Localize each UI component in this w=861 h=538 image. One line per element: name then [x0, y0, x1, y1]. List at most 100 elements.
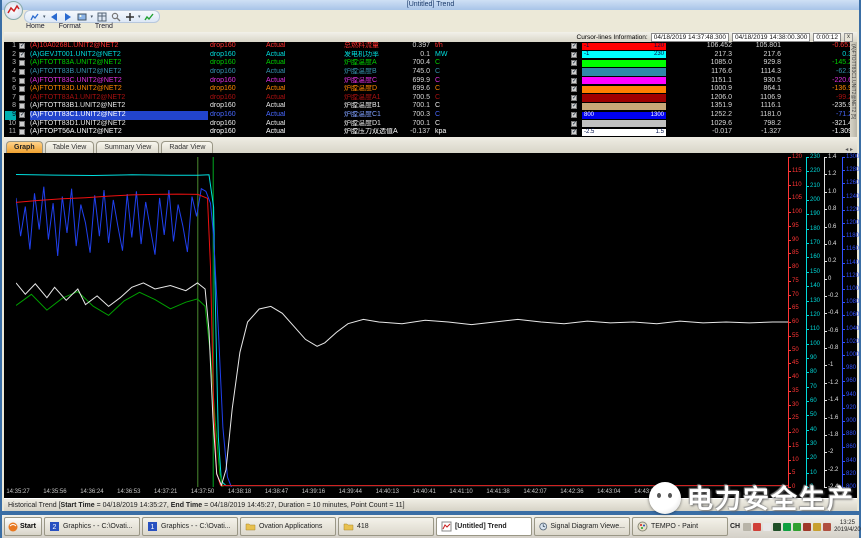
scale-checkbox[interactable]: ✓ [571, 52, 577, 58]
tab-radar-view[interactable]: Radar View [161, 141, 213, 153]
scale-checkbox[interactable]: ✓ [571, 69, 577, 75]
cursor-diff-value: -71.2 [784, 111, 850, 120]
cursor-time-from[interactable]: 04/18/2019 14:37:48.300 [651, 33, 729, 42]
taskbar-button-graphics-c-ovati-[interactable]: 1Graphics - - C:\Ovati... [142, 517, 238, 536]
taskbar-clock[interactable]: 13:25 2019/4/20 [834, 520, 861, 534]
menu-trend[interactable]: Trend [95, 23, 113, 32]
trend-dropdown-caret-icon[interactable]: ▾ [43, 14, 46, 20]
scale-checkbox[interactable]: ✓ [571, 121, 577, 127]
axis-tick-label: 840 [846, 458, 856, 464]
table-row[interactable]: 2✓(A)GEVJT001.UNIT2@NET2drop160Actual发电机… [4, 51, 850, 60]
table-row[interactable]: 3(A)FTOTT83A.UNIT2@NET2drop160Actual炉膛温度… [4, 59, 850, 68]
axis-tick-label: 80 [810, 369, 817, 375]
cursor-time-to[interactable]: 04/18/2019 14:38:00.300 [732, 33, 810, 42]
row-checkbox[interactable] [19, 121, 25, 127]
axis-tick-label: 50 [810, 412, 817, 418]
image-dropdown-caret-icon[interactable]: ▾ [91, 14, 94, 20]
axis-tick [824, 365, 827, 366]
table-row[interactable]: 9✓(A)FTOTT83C1.UNIT2@NET2drop160Actual炉膛… [4, 111, 850, 120]
trend-plot[interactable] [16, 157, 788, 487]
taskbar-button-tempo-paint[interactable]: TEMPO - Paint [632, 517, 728, 536]
scale-checkbox[interactable]: ✓ [571, 103, 577, 109]
tab-summary-view[interactable]: Summary View [96, 141, 159, 153]
tray-icon-5[interactable] [783, 523, 791, 531]
table-icon[interactable] [96, 12, 107, 22]
plus-dropdown-caret-icon[interactable]: ▾ [138, 14, 141, 20]
row-checkbox[interactable]: ✓ [19, 52, 25, 58]
trend-icon[interactable] [29, 12, 40, 22]
tray-icon-7[interactable] [803, 523, 811, 531]
tray-icon-1[interactable] [743, 523, 751, 531]
taskbar-button-ovation-applications[interactable]: Ovation Applications [240, 517, 336, 536]
tray-icon-6[interactable] [793, 523, 801, 531]
start-button[interactable]: Start [4, 517, 42, 536]
taskbar-button-graphics-c-ovati-[interactable]: 2Graphics - - C:\Ovati... [44, 517, 140, 536]
side-scroll-strip[interactable]: (A)FTOTT83C1.UNIT2@NET2 [5] [850, 42, 857, 137]
row-checkbox[interactable] [19, 69, 25, 75]
image-icon[interactable] [77, 12, 88, 22]
row-checkbox[interactable]: ✓ [19, 43, 25, 49]
tray-icon-8[interactable] [813, 523, 821, 531]
tray-icon-4[interactable] [773, 523, 781, 531]
start-logo-icon [8, 522, 18, 532]
axis-tick [806, 473, 809, 474]
time-tick-label: 14:40:41 [413, 489, 436, 495]
axis-tick-label: 75 [792, 278, 799, 284]
row-checkbox[interactable] [19, 86, 25, 92]
zoom-icon[interactable] [110, 12, 121, 22]
tab-scroll-arrows[interactable]: ◂ ▸ [845, 146, 857, 153]
language-indicator[interactable]: CH [730, 523, 740, 530]
table-row[interactable]: 4(A)FTOTT83B.UNIT2@NET2drop160Actual炉膛温度… [4, 68, 850, 77]
view-tabs-bar: GraphTable ViewSummary ViewRadar View ◂ ▸ [4, 137, 857, 153]
tray-icon-9[interactable] [823, 523, 831, 531]
axis-tick-label: 1140 [846, 260, 859, 266]
table-row[interactable]: 6(A)FTOTT83D.UNIT2@NET2drop160Actual炉膛温度… [4, 85, 850, 94]
axis-tick [806, 372, 809, 373]
menu-format[interactable]: Format [59, 23, 81, 32]
axis-tick [824, 313, 827, 314]
taskbar-button-signal-diagram-viewe-[interactable]: Signal Diagram Viewe... [534, 517, 630, 536]
scale-checkbox[interactable]: ✓ [571, 95, 577, 101]
scale-checkbox[interactable]: ✓ [571, 112, 577, 118]
table-row[interactable]: 5(A)FTOTT83C.UNIT2@NET2drop160Actual炉膛温度… [4, 77, 850, 86]
row-checkbox[interactable]: ✓ [19, 112, 25, 118]
table-row[interactable]: 10(A)FTOTT83D1.UNIT2@NET2drop160Actual炉膛… [4, 120, 850, 129]
forward-icon[interactable] [63, 12, 74, 22]
taskbar-button-418[interactable]: 418 [338, 517, 434, 536]
row-checkbox[interactable] [19, 103, 25, 109]
table-row[interactable]: 7(A)FTOTT83A1.UNIT2@NET2drop160Actual炉膛温… [4, 94, 850, 103]
back-icon[interactable] [49, 12, 60, 22]
menu-home[interactable]: Home [26, 23, 45, 32]
tray-icon-2[interactable] [753, 523, 761, 531]
scale-checkbox[interactable]: ✓ [571, 78, 577, 84]
scale-checkbox[interactable]: ✓ [571, 43, 577, 49]
scale-checkbox[interactable]: ✓ [571, 86, 577, 92]
axis-tick [788, 295, 791, 296]
spark-icon[interactable] [144, 12, 155, 22]
row-checkbox[interactable] [19, 60, 25, 66]
row-checkbox[interactable] [19, 129, 25, 135]
taskbar-button--untitled-trend[interactable]: [Untitled] Trend [436, 517, 532, 536]
scale-checkbox[interactable]: ✓ [571, 60, 577, 66]
cursor-info-bar: Cursor-lines Information: 04/18/2019 14:… [4, 32, 857, 42]
unit-label: C [435, 120, 463, 129]
row-checkbox[interactable] [19, 95, 25, 101]
plus-icon[interactable] [124, 12, 135, 22]
tab-table-view[interactable]: Table View [45, 141, 95, 153]
table-row[interactable]: 8(A)FTOTT83B1.UNIT2@NET2drop160Actual炉膛温… [4, 102, 850, 111]
app-icon[interactable] [4, 1, 23, 20]
current-value: 700.3 [376, 111, 430, 120]
tray-icon-3[interactable] [763, 523, 771, 531]
cursor-info-close-button[interactable]: x [844, 33, 853, 42]
axis-tick-label: 0.2 [828, 258, 836, 264]
table-row[interactable]: 1✓(A)10A0268L.UNIT2@NET2drop160Actual总燃料… [4, 42, 850, 51]
cursor2-value: 929.8 [735, 59, 781, 68]
row-checkbox[interactable] [19, 78, 25, 84]
tab-graph[interactable]: Graph [6, 141, 43, 153]
axis-tick-label: 35 [792, 388, 799, 394]
table-row[interactable]: 11(A)FTOPT56A.UNIT2@NET2drop160Actual炉膛压… [4, 128, 850, 137]
cursor-diff-value: 0.3 [784, 51, 850, 60]
axis-tick [842, 170, 845, 171]
scale-checkbox[interactable]: ✓ [571, 129, 577, 135]
scale-min: 800 [584, 112, 594, 119]
